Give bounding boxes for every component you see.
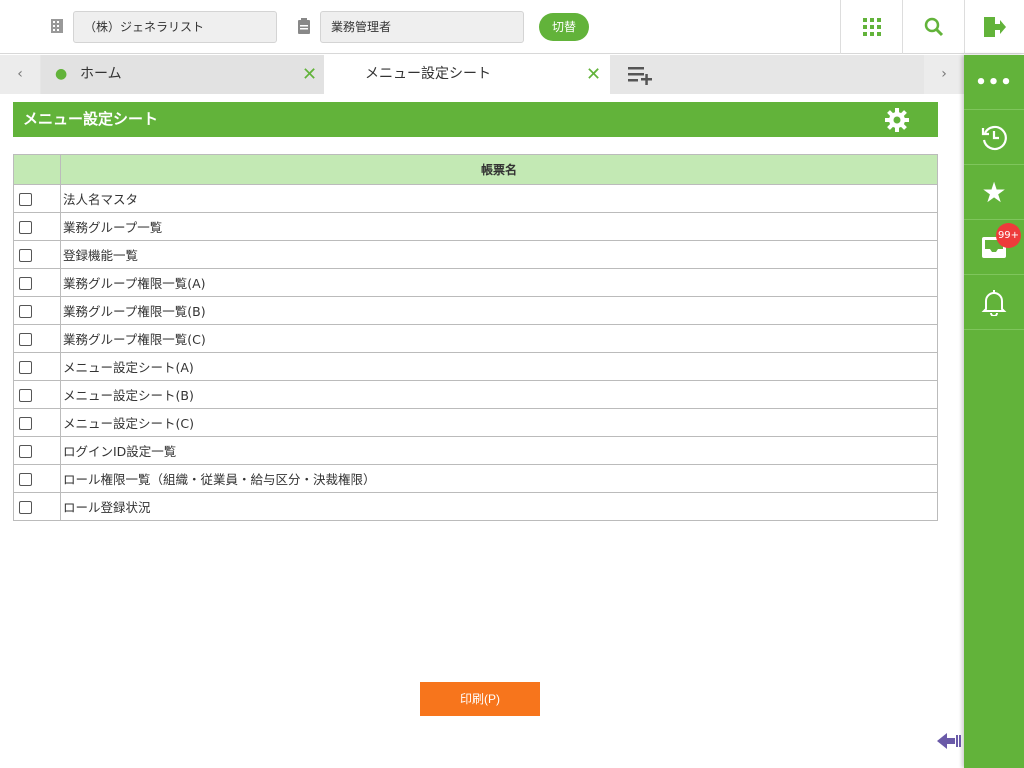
table-row: 業務グループ権限一覧(A) [13,268,938,297]
tab-label: ホーム [80,66,122,82]
more-icon: ••• [975,71,1013,93]
company-field[interactable]: （株）ジェネラリスト [73,11,277,43]
right-sidebar: ••• ★ 99+ [964,55,1024,768]
grid-icon [862,18,881,36]
row-select-cell [13,436,61,465]
row-checkbox[interactable] [19,389,32,402]
row-select-cell [13,212,61,241]
collapse-arrow-icon[interactable] [937,731,963,751]
tab-label: メニュー設定シート [365,66,491,82]
print-button[interactable]: 印刷(P) [420,682,540,716]
table-row: 法人名マスタ [13,184,938,213]
report-name: 登録機能一覧 [60,240,938,269]
table-row: 業務グループ権限一覧(C) [13,324,938,353]
page-title-text: メニュー設定シート [23,110,159,128]
search-button[interactable] [902,0,964,54]
table-row: メニュー設定シート(B) [13,380,938,409]
row-select-cell [13,408,61,437]
row-select-cell [13,324,61,353]
close-icon[interactable]: ✕ [586,55,601,94]
table-row: ロール登録状況 [13,492,938,521]
row-select-cell [13,464,61,493]
gear-icon[interactable] [885,108,909,132]
row-checkbox[interactable] [19,249,32,262]
table-row: ログインID設定一覧 [13,436,938,465]
report-name: ロール登録状況 [60,492,938,521]
report-name: メニュー設定シート(C) [60,408,938,437]
row-select-cell [13,352,61,381]
tab-menu-settings[interactable]: メニュー設定シート ✕ [324,55,610,94]
clipboard-icon [298,18,310,34]
tab-bar: ‹ ● ホーム ✕ メニュー設定シート ✕ › [0,55,964,94]
report-name: 業務グループ権限一覧(C) [60,324,938,353]
row-select-cell [13,184,61,213]
role-field[interactable]: 業務管理者 [320,11,524,43]
table-row: メニュー設定シート(A) [13,352,938,381]
report-name: メニュー設定シート(A) [60,352,938,381]
select-column-header [13,154,61,185]
report-name: 業務グループ権限一覧(B) [60,296,938,325]
add-tab-icon[interactable] [628,65,654,85]
report-table: 帳票名 法人名マスタ 業務グループ一覧 登録機能一覧 業務グループ権限一覧(A) 業務グ… [13,154,938,521]
table-row: ロール権限一覧（組織・従業員・給与区分・決裁権限） [13,464,938,493]
page-title: メニュー設定シート [13,102,938,137]
close-icon[interactable]: ✕ [302,55,317,94]
row-checkbox[interactable] [19,193,32,206]
row-checkbox[interactable] [19,305,32,318]
row-checkbox[interactable] [19,445,32,458]
favorites-button[interactable]: ★ [964,165,1024,220]
row-select-cell [13,492,61,521]
report-name: 法人名マスタ [60,184,938,213]
table-row: 業務グループ一覧 [13,212,938,241]
tab-scroll-left[interactable]: ‹ [0,55,40,94]
row-checkbox[interactable] [19,501,32,514]
row-select-cell [13,240,61,269]
row-select-cell [13,380,61,409]
notifications-button[interactable] [964,275,1024,330]
apps-button[interactable] [840,0,902,54]
logout-icon [983,17,1006,37]
star-icon: ★ [981,175,1007,209]
row-select-cell [13,296,61,325]
report-name: 業務グループ権限一覧(A) [60,268,938,297]
search-icon [924,17,943,37]
tab-scroll-right[interactable]: › [924,55,964,94]
report-name: ロール権限一覧（組織・従業員・給与区分・決裁権限） [60,464,938,493]
report-name: メニュー設定シート(B) [60,380,938,409]
row-checkbox[interactable] [19,277,32,290]
table-row: 登録機能一覧 [13,240,938,269]
switch-button[interactable]: 切替 [539,13,589,41]
table-row: メニュー設定シート(C) [13,408,938,437]
report-name-header: 帳票名 [60,154,938,185]
row-checkbox[interactable] [19,221,32,234]
report-name: 業務グループ一覧 [60,212,938,241]
building-icon [51,19,63,33]
report-name: ログインID設定一覧 [60,436,938,465]
pin-icon: ● [55,66,68,82]
history-button[interactable] [964,110,1024,165]
row-select-cell [13,268,61,297]
history-icon [981,125,1007,151]
more-button[interactable]: ••• [964,55,1024,110]
table-row: 業務グループ権限一覧(B) [13,296,938,325]
top-bar: （株）ジェネラリスト 業務管理者 切替 [0,0,1024,54]
row-checkbox[interactable] [19,417,32,430]
tab-home[interactable]: ● ホーム ✕ [41,55,324,94]
row-checkbox[interactable] [19,473,32,486]
notification-badge: 99+ [996,223,1021,248]
bell-icon [981,290,1007,316]
row-checkbox[interactable] [19,361,32,374]
logout-button[interactable] [964,0,1024,54]
row-checkbox[interactable] [19,333,32,346]
inbox-button[interactable]: 99+ [964,220,1024,275]
